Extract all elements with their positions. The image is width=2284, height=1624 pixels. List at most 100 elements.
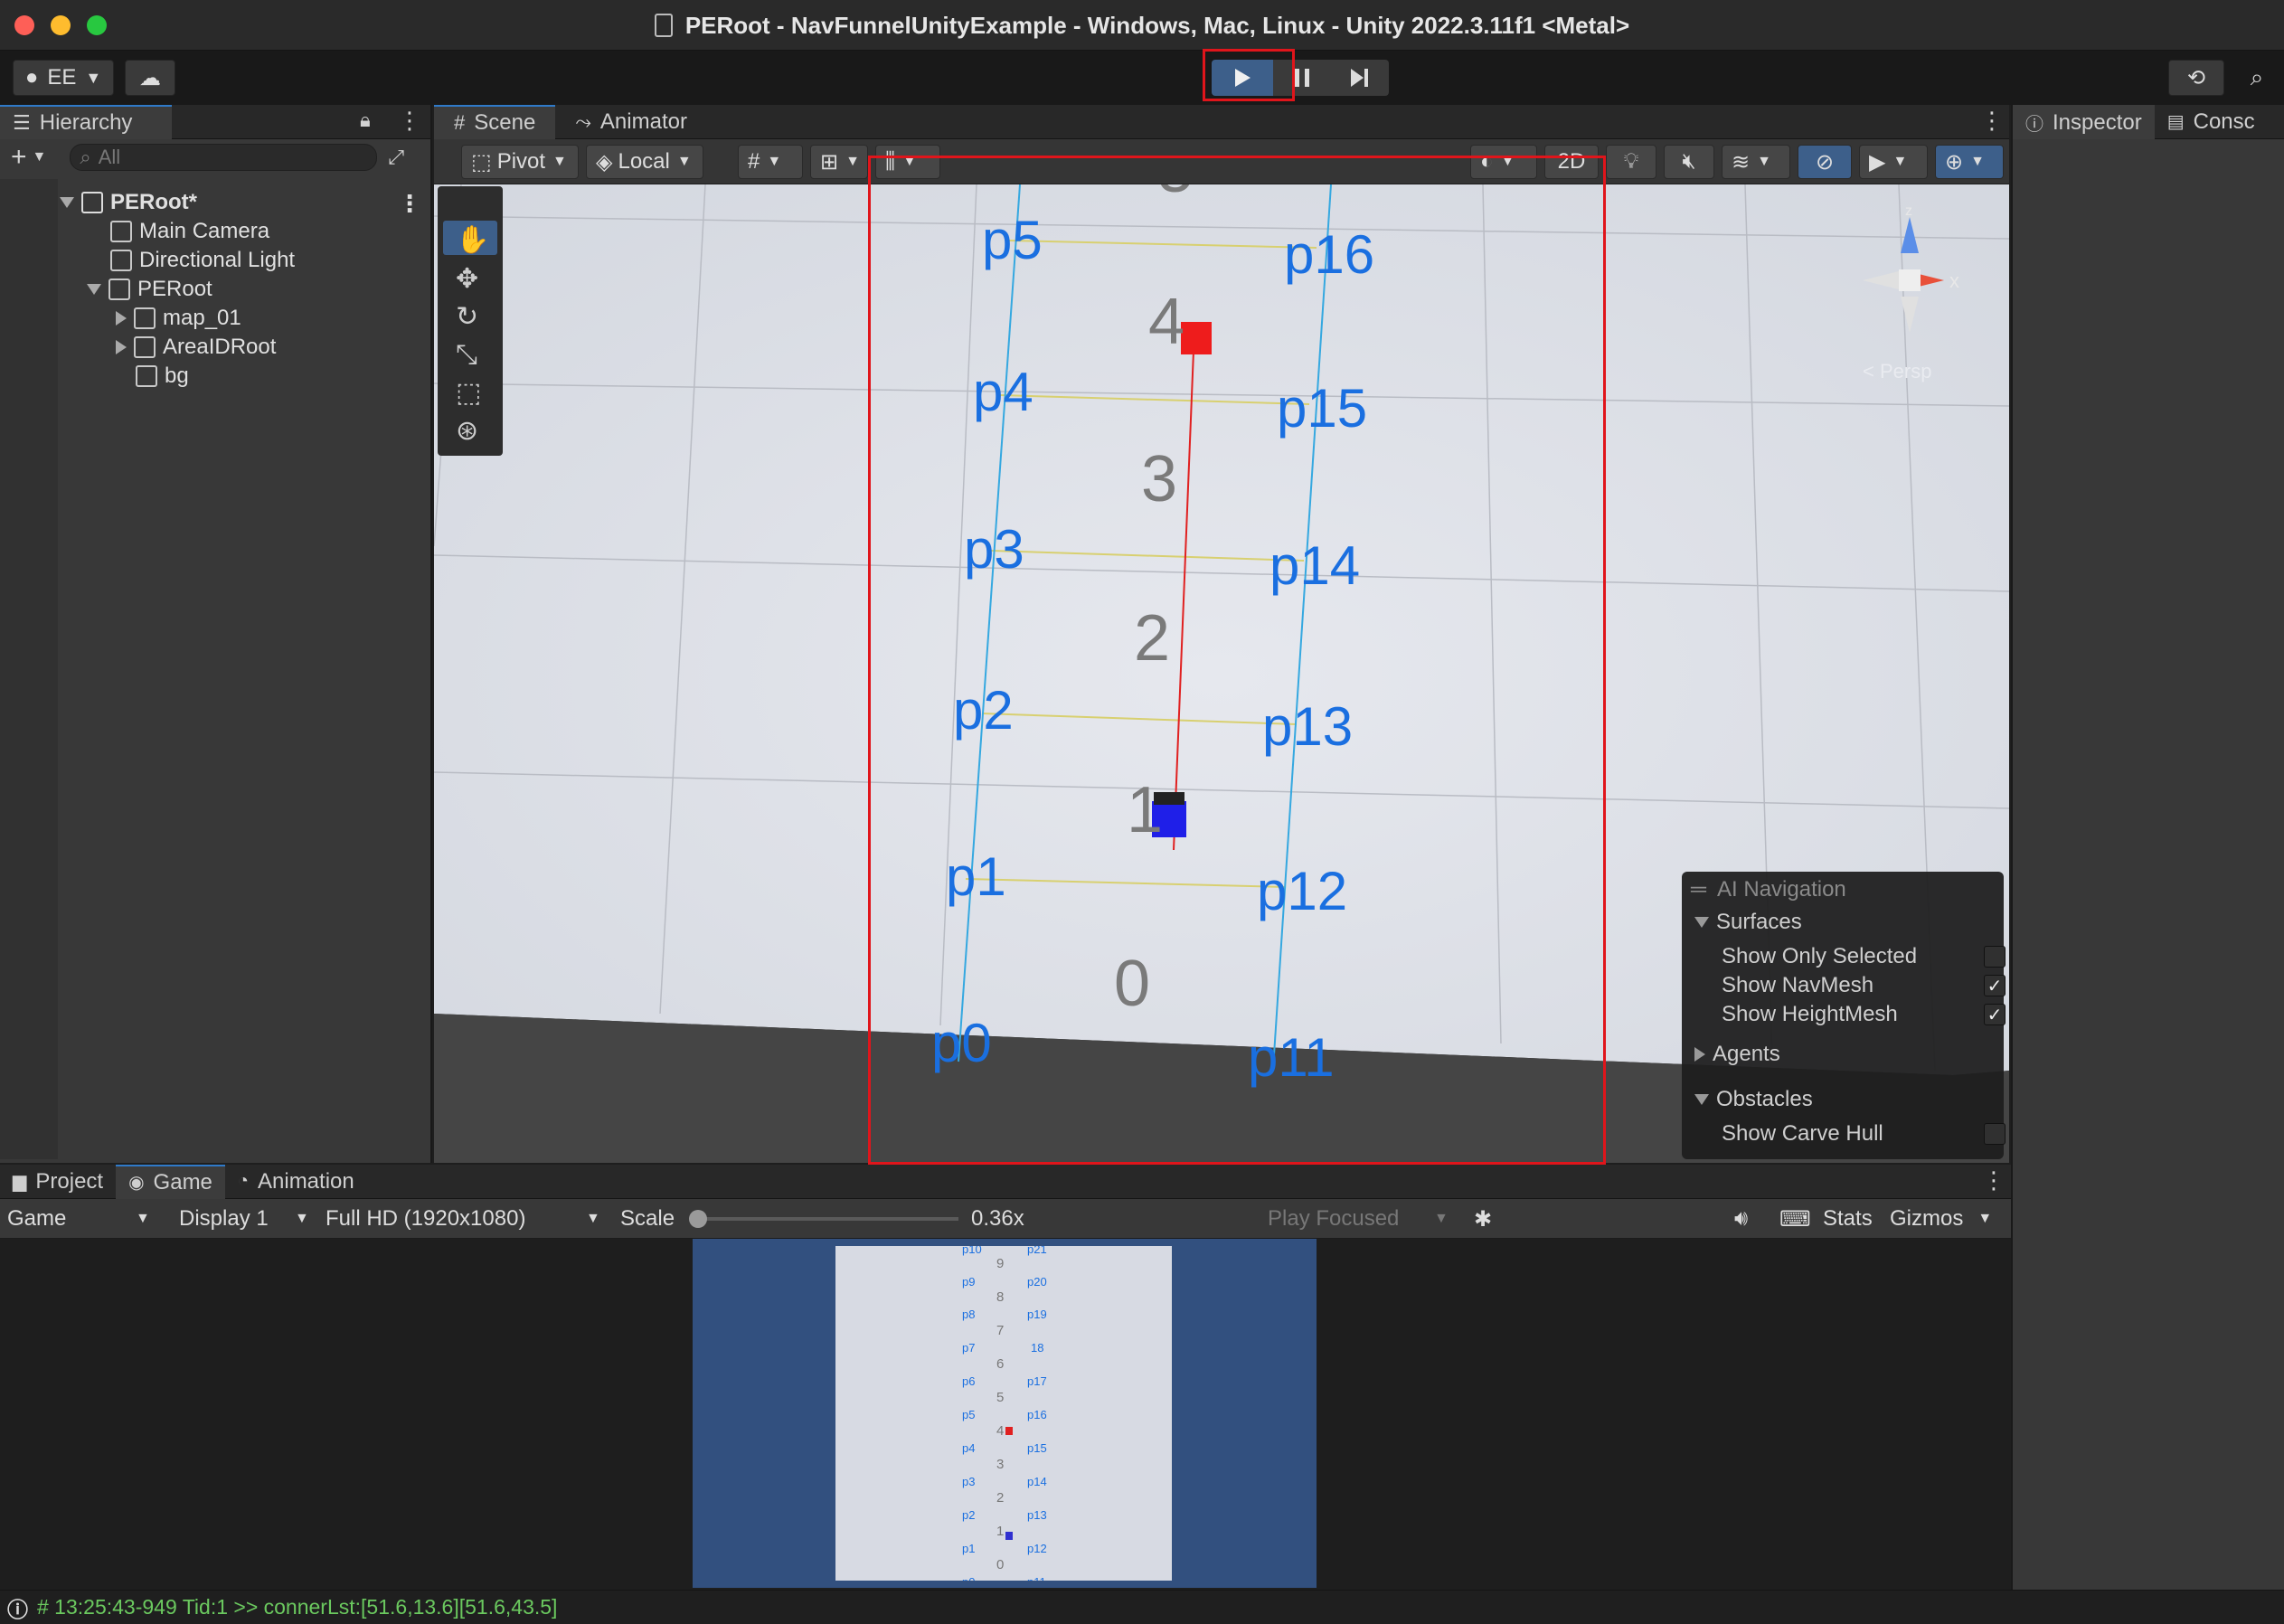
show-only-selected-checkbox[interactable] — [1984, 946, 2006, 968]
display-select[interactable]: Display 1 ▼ — [172, 1199, 316, 1239]
game-left-label: p7 — [962, 1341, 975, 1355]
game-number: 7 — [996, 1323, 1004, 1338]
lightbulb-icon: 💡︎ — [1623, 149, 1639, 174]
agents-section[interactable]: Agents — [1694, 1038, 1780, 1071]
tree-item-areaidroot[interactable]: AreaIDRoot — [116, 333, 276, 362]
ai-navigation-title[interactable]: ═ AI Navigation — [1691, 873, 1846, 906]
step-button[interactable] — [1331, 60, 1389, 96]
game-number: 9 — [996, 1256, 1004, 1271]
collapsed-arrow-icon[interactable] — [116, 340, 127, 354]
game-right-label: p15 — [1027, 1441, 1047, 1455]
expand-arrow-icon — [1694, 1094, 1709, 1105]
cloud-icon: ☁ — [139, 65, 161, 90]
inspector-panel: ⓘ Inspector ▤ Consc — [2011, 104, 2284, 1624]
obstacles-section[interactable]: Obstacles — [1694, 1083, 1813, 1116]
hidden-objects-toggle[interactable]: ⊘ — [1798, 145, 1852, 179]
local-dropdown[interactable]: ◈ Local ▼ — [586, 145, 703, 179]
play-focused-select[interactable]: Play Focused ▼ — [1260, 1199, 1454, 1239]
pivot-dropdown[interactable]: ⬚ Pivot ▼ — [461, 145, 579, 179]
expand-arrow-icon[interactable] — [87, 284, 101, 295]
effects-button[interactable]: ≋ ▼ — [1722, 145, 1790, 179]
camera-settings-button[interactable]: ▶ ▼ — [1859, 145, 1928, 179]
game-right-labels: p21 p20 p19 18 p17 p16 p15 p14 p13 p12 p… — [1027, 1246, 1047, 1581]
search-icon: ⌕ — [2250, 63, 2264, 90]
gizmos-button[interactable]: Gizmos ▼ — [1883, 1199, 1999, 1239]
cloud-button[interactable]: ☁ — [125, 60, 175, 96]
keyboard-icon[interactable]: ⌨ — [1772, 1199, 1818, 1239]
tab-animator[interactable]: ⤳ Animator — [555, 105, 707, 139]
game-view[interactable]: p10 p9 p8 p7 p6 p5 p4 p3 p2 p1 p0 p21 p2… — [835, 1246, 1172, 1581]
audio-icon[interactable]: 🔊︎ — [1727, 1199, 1755, 1239]
game-left-label: p10 — [962, 1246, 982, 1256]
tab-inspector[interactable]: ⓘ Inspector — [2013, 104, 2155, 139]
tab-console[interactable]: ▤ Consc — [2155, 105, 2268, 139]
audio-toggle[interactable]: 🔇︎ — [1664, 145, 1714, 179]
expand-icon[interactable]: ⤢ — [388, 146, 404, 169]
console-last-message: # 13:25:43-949 Tid:1 >> connerLst:[51.6,… — [37, 1595, 558, 1619]
inspector-tabbar: ⓘ Inspector ▤ Consc — [2013, 104, 2284, 139]
rotate-icon[interactable]: ↻ — [456, 301, 478, 333]
game-view-select[interactable]: Game ▼ — [0, 1199, 159, 1239]
lock-icon[interactable]: 🔒︎ — [360, 109, 371, 132]
bug-icon[interactable]: ✱ — [1467, 1199, 1499, 1239]
chevron-down-icon: ▼ — [586, 1211, 600, 1226]
more-icon[interactable]: ⋮ — [1980, 107, 2004, 135]
show-carve-hull-checkbox[interactable] — [1984, 1123, 2006, 1145]
increment-snap-button[interactable]: ⊞ ▼ — [810, 145, 868, 179]
gizmo-x-label: x — [1949, 269, 1959, 292]
tree-item-map-01[interactable]: map_01 — [116, 304, 241, 333]
chevron-down-icon[interactable]: ▼ — [33, 149, 47, 165]
account-dropdown[interactable]: ● EE ▼ — [13, 60, 114, 96]
scale-icon[interactable]: ⤡ — [456, 339, 477, 371]
tab-game[interactable]: ◉ Game — [116, 1164, 225, 1199]
clock-icon: ◔ — [237, 1171, 249, 1191]
list-icon: ☰ — [13, 110, 31, 134]
bottom-tabbar: ▆ Project ◉ Game ◔ Animation ⋮ — [0, 1164, 2011, 1199]
hand-icon[interactable]: ✋ — [456, 223, 489, 256]
collapsed-arrow-icon[interactable] — [116, 311, 127, 326]
tab-scene[interactable]: # Scene — [434, 104, 556, 139]
search-button[interactable]: ⌕ — [2233, 60, 2280, 96]
expand-arrow-icon[interactable] — [60, 197, 74, 208]
resolution-select[interactable]: Full HD (1920x1080) ▼ — [318, 1199, 609, 1239]
tree-item-main-camera[interactable]: Main Camera — [110, 217, 269, 246]
stats-button[interactable]: Stats — [1816, 1199, 1880, 1239]
show-navmesh-checkbox[interactable]: ✓ — [1984, 975, 2006, 996]
gameobject-icon — [110, 221, 132, 242]
scene-highlight-box — [868, 156, 1606, 1165]
transform-icon[interactable]: ⊛ — [456, 415, 478, 447]
move-icon[interactable]: ✥ — [456, 263, 478, 295]
game-number: 4 — [996, 1423, 1004, 1439]
show-heightmesh-checkbox[interactable]: ✓ — [1984, 1004, 2006, 1025]
rect-icon[interactable]: ⬚ — [456, 377, 481, 409]
tree-item-peroot[interactable]: PERoot — [87, 275, 212, 304]
tab-animation[interactable]: ◔ Animation — [225, 1165, 367, 1199]
game-right-label: p13 — [1027, 1508, 1047, 1522]
chevron-down-icon: ▼ — [676, 154, 692, 169]
game-left-labels: p10 p9 p8 p7 p6 p5 p4 p3 p2 p1 p0 — [962, 1246, 982, 1581]
gizmo-icon: ⊕ — [1945, 149, 1964, 175]
tab-project[interactable]: ▆ Project — [0, 1165, 116, 1199]
tree-item-bg[interactable]: bg — [136, 362, 189, 391]
more-icon[interactable]: ⋮ — [398, 190, 421, 218]
surfaces-section[interactable]: Surfaces — [1694, 906, 1802, 939]
document-icon — [654, 14, 673, 37]
camera-icon: ▶ — [1869, 149, 1886, 175]
status-bar[interactable]: ⓘ # 13:25:43-949 Tid:1 >> connerLst:[51.… — [0, 1590, 2284, 1624]
scale-slider-track[interactable] — [696, 1217, 958, 1221]
hierarchy-search-input[interactable]: ⌕ All — [70, 144, 378, 171]
add-icon[interactable]: + — [11, 142, 27, 173]
window-title: PERoot - NavFunnelUnityExample - Windows… — [0, 0, 2284, 51]
lighting-toggle[interactable]: 💡︎ — [1606, 145, 1656, 179]
gizmos-toggle[interactable]: ⊕ ▼ — [1935, 145, 2004, 179]
more-icon[interactable]: ⋮ — [1982, 1166, 2006, 1194]
tree-item-directional-light[interactable]: Directional Light — [110, 246, 295, 275]
history-button[interactable]: ⟲ — [2168, 60, 2224, 96]
tab-hierarchy[interactable]: ☰ Hierarchy — [0, 104, 172, 139]
game-number: 8 — [996, 1289, 1004, 1305]
scale-slider-thumb[interactable] — [689, 1210, 707, 1228]
tree-item-peroot-scene[interactable]: PERoot* ⋮ — [60, 188, 430, 217]
grid-snap-button[interactable]: # ▼ — [738, 145, 803, 179]
game-left-label: p8 — [962, 1308, 975, 1321]
more-icon[interactable]: ⋮ — [398, 107, 421, 135]
